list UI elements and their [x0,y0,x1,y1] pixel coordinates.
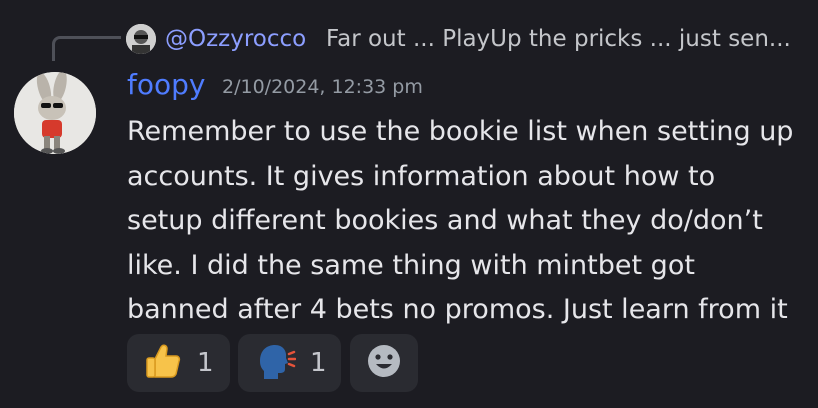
add-reaction-icon [366,343,402,383]
message-line: Remember to use the bookie list when set… [127,116,794,147]
speaking-head-icon [254,341,297,385]
author-avatar[interactable] [14,72,96,154]
reply-author-avatar[interactable] [126,24,156,54]
reply-preview-text[interactable]: Far out ... PlayUp the pricks ... just s… [326,24,791,54]
reply-username[interactable]: @Ozzyrocco [165,24,306,54]
reaction-count: 1 [197,348,214,378]
author-username[interactable]: foopy [127,66,205,104]
message-line: like. I did the same thing with mintbet … [127,249,695,281]
message-line: setup different bookies and what they do… [127,205,763,236]
message-line: banned after 4 bets no promos. Just lear… [127,294,788,325]
reaction-count: 1 [310,348,327,378]
reply-connector-line [52,36,121,61]
thumbs-up-icon [143,341,183,385]
reaction-speaking-head[interactable]: 1 [238,334,341,392]
message-timestamp: 2/10/2024, 12:33 pm [222,76,423,98]
message-line: accounts. It gives information about how… [127,160,716,192]
message-body: Remember to use the bookie list when set… [127,110,807,333]
add-reaction-button[interactable] [350,334,418,392]
reaction-thumbs-up[interactable]: 1 [127,334,230,392]
